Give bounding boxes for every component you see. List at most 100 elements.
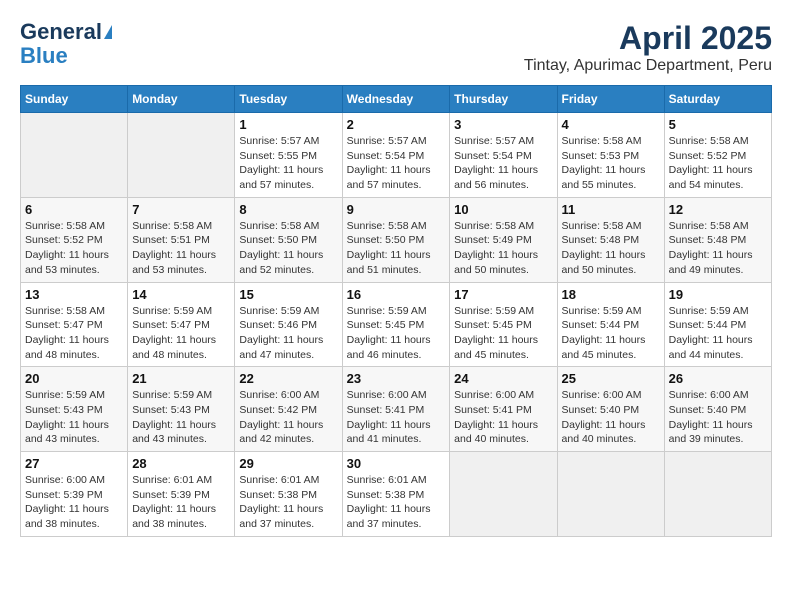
day-info: Sunrise: 5:57 AM Sunset: 5:54 PM Dayligh… [347, 134, 446, 193]
day-info: Sunrise: 5:58 AM Sunset: 5:50 PM Dayligh… [239, 219, 337, 278]
title-block: April 2025 Tintay, Apurimac Department, … [524, 20, 772, 75]
day-info: Sunrise: 5:59 AM Sunset: 5:44 PM Dayligh… [669, 304, 767, 363]
day-number: 15 [239, 287, 337, 302]
day-number: 10 [454, 202, 552, 217]
day-info: Sunrise: 5:58 AM Sunset: 5:52 PM Dayligh… [669, 134, 767, 193]
day-info: Sunrise: 6:00 AM Sunset: 5:40 PM Dayligh… [669, 388, 767, 447]
day-info: Sunrise: 6:01 AM Sunset: 5:39 PM Dayligh… [132, 473, 230, 532]
day-number: 18 [562, 287, 660, 302]
day-number: 23 [347, 371, 446, 386]
day-number: 3 [454, 117, 552, 132]
weekday-header: Tuesday [235, 86, 342, 113]
logo-general: General [20, 20, 102, 44]
calendar-cell: 19Sunrise: 5:59 AM Sunset: 5:44 PM Dayli… [664, 282, 771, 367]
day-info: Sunrise: 5:59 AM Sunset: 5:43 PM Dayligh… [25, 388, 123, 447]
calendar-cell: 10 Sunrise: 5:58 AM Sunset: 5:49 PM Dayli… [450, 197, 557, 282]
calendar-week: 13 Sunrise: 5:58 AM Sunset: 5:47 PM Dayli… [21, 282, 772, 367]
day-info: Sunrise: 5:57 AM Sunset: 5:54 PM Dayligh… [454, 134, 552, 193]
day-info: Sunrise: 5:59 AM Sunset: 5:46 PM Dayligh… [239, 304, 337, 363]
calendar-week: 1Sunrise: 5:57 AM Sunset: 5:55 PM Daylig… [21, 113, 772, 198]
day-number: 14 [132, 287, 230, 302]
day-number: 26 [669, 371, 767, 386]
weekday-header: Thursday [450, 86, 557, 113]
calendar-table: SundayMondayTuesdayWednesdayThursdayFrid… [20, 85, 772, 537]
calendar-week: 27 Sunrise: 6:00 AM Sunset: 5:39 PM Dayli… [21, 452, 772, 537]
weekday-header: Wednesday [342, 86, 450, 113]
calendar-header: SundayMondayTuesdayWednesdayThursdayFrid… [21, 86, 772, 113]
calendar-cell: 14 Sunrise: 5:59 AM Sunset: 5:47 PM Dayli… [128, 282, 235, 367]
page-header: General Blue April 2025 Tintay, Apurimac… [20, 20, 772, 75]
day-number: 30 [347, 456, 446, 471]
day-info: Sunrise: 5:59 AM Sunset: 5:44 PM Dayligh… [562, 304, 660, 363]
calendar-cell: 2 Sunrise: 5:57 AM Sunset: 5:54 PM Daylig… [342, 113, 450, 198]
day-info: Sunrise: 6:01 AM Sunset: 5:38 PM Dayligh… [239, 473, 337, 532]
weekday-header: Monday [128, 86, 235, 113]
day-number: 2 [347, 117, 446, 132]
day-number: 21 [132, 371, 230, 386]
calendar-cell: 9 Sunrise: 5:58 AM Sunset: 5:50 PM Daylig… [342, 197, 450, 282]
calendar-cell: 7Sunrise: 5:58 AM Sunset: 5:51 PM Daylig… [128, 197, 235, 282]
day-info: Sunrise: 6:00 AM Sunset: 5:41 PM Dayligh… [347, 388, 446, 447]
day-number: 1 [239, 117, 337, 132]
weekday-header: Friday [557, 86, 664, 113]
calendar-week: 6Sunrise: 5:58 AM Sunset: 5:52 PM Daylig… [21, 197, 772, 282]
day-number: 28 [132, 456, 230, 471]
calendar-cell: 22 Sunrise: 6:00 AM Sunset: 5:42 PM Dayli… [235, 367, 342, 452]
day-number: 27 [25, 456, 123, 471]
day-number: 13 [25, 287, 123, 302]
logo: General Blue [20, 20, 112, 68]
day-info: Sunrise: 6:01 AM Sunset: 5:38 PM Dayligh… [347, 473, 446, 532]
calendar-cell [450, 452, 557, 537]
day-info: Sunrise: 5:59 AM Sunset: 5:45 PM Dayligh… [454, 304, 552, 363]
day-info: Sunrise: 6:00 AM Sunset: 5:40 PM Dayligh… [562, 388, 660, 447]
day-number: 6 [25, 202, 123, 217]
calendar-cell: 25 Sunrise: 6:00 AM Sunset: 5:40 PM Dayli… [557, 367, 664, 452]
calendar-body: 1Sunrise: 5:57 AM Sunset: 5:55 PM Daylig… [21, 113, 772, 537]
day-number: 17 [454, 287, 552, 302]
calendar-cell: 12Sunrise: 5:58 AM Sunset: 5:48 PM Dayli… [664, 197, 771, 282]
day-info: Sunrise: 5:58 AM Sunset: 5:48 PM Dayligh… [669, 219, 767, 278]
calendar-cell: 13 Sunrise: 5:58 AM Sunset: 5:47 PM Dayli… [21, 282, 128, 367]
calendar-cell: 28 Sunrise: 6:01 AM Sunset: 5:39 PM Dayli… [128, 452, 235, 537]
calendar-week: 20Sunrise: 5:59 AM Sunset: 5:43 PM Dayli… [21, 367, 772, 452]
day-number: 29 [239, 456, 337, 471]
calendar-cell: 8 Sunrise: 5:58 AM Sunset: 5:50 PM Daylig… [235, 197, 342, 282]
day-number: 7 [132, 202, 230, 217]
calendar-title: April 2025 [524, 20, 772, 57]
calendar-subtitle: Tintay, Apurimac Department, Peru [524, 57, 772, 75]
calendar-cell: 3 Sunrise: 5:57 AM Sunset: 5:54 PM Daylig… [450, 113, 557, 198]
day-number: 16 [347, 287, 446, 302]
calendar-cell: 29 Sunrise: 6:01 AM Sunset: 5:38 PM Dayli… [235, 452, 342, 537]
day-number: 22 [239, 371, 337, 386]
day-info: Sunrise: 5:59 AM Sunset: 5:47 PM Dayligh… [132, 304, 230, 363]
calendar-cell: 1Sunrise: 5:57 AM Sunset: 5:55 PM Daylig… [235, 113, 342, 198]
day-info: Sunrise: 5:58 AM Sunset: 5:50 PM Dayligh… [347, 219, 446, 278]
calendar-cell: 24Sunrise: 6:00 AM Sunset: 5:41 PM Dayli… [450, 367, 557, 452]
calendar-cell: 21Sunrise: 5:59 AM Sunset: 5:43 PM Dayli… [128, 367, 235, 452]
day-info: Sunrise: 6:00 AM Sunset: 5:42 PM Dayligh… [239, 388, 337, 447]
calendar-cell: 27 Sunrise: 6:00 AM Sunset: 5:39 PM Dayli… [21, 452, 128, 537]
day-info: Sunrise: 5:58 AM Sunset: 5:49 PM Dayligh… [454, 219, 552, 278]
day-number: 5 [669, 117, 767, 132]
day-number: 9 [347, 202, 446, 217]
day-number: 8 [239, 202, 337, 217]
calendar-cell: 26 Sunrise: 6:00 AM Sunset: 5:40 PM Dayli… [664, 367, 771, 452]
logo-icon [104, 25, 112, 39]
day-info: Sunrise: 5:58 AM Sunset: 5:53 PM Dayligh… [562, 134, 660, 193]
calendar-cell: 15 Sunrise: 5:59 AM Sunset: 5:46 PM Dayli… [235, 282, 342, 367]
calendar-cell: 6Sunrise: 5:58 AM Sunset: 5:52 PM Daylig… [21, 197, 128, 282]
calendar-cell: 17 Sunrise: 5:59 AM Sunset: 5:45 PM Dayli… [450, 282, 557, 367]
calendar-cell [21, 113, 128, 198]
day-info: Sunrise: 5:58 AM Sunset: 5:47 PM Dayligh… [25, 304, 123, 363]
day-number: 24 [454, 371, 552, 386]
calendar-cell: 11 Sunrise: 5:58 AM Sunset: 5:48 PM Dayli… [557, 197, 664, 282]
day-number: 25 [562, 371, 660, 386]
calendar-cell: 5 Sunrise: 5:58 AM Sunset: 5:52 PM Daylig… [664, 113, 771, 198]
calendar-cell: 16Sunrise: 5:59 AM Sunset: 5:45 PM Dayli… [342, 282, 450, 367]
calendar-cell [128, 113, 235, 198]
day-number: 11 [562, 202, 660, 217]
day-info: Sunrise: 5:58 AM Sunset: 5:48 PM Dayligh… [562, 219, 660, 278]
calendar-cell: 18 Sunrise: 5:59 AM Sunset: 5:44 PM Dayli… [557, 282, 664, 367]
day-info: Sunrise: 6:00 AM Sunset: 5:39 PM Dayligh… [25, 473, 123, 532]
calendar-cell: 30 Sunrise: 6:01 AM Sunset: 5:38 PM Dayli… [342, 452, 450, 537]
